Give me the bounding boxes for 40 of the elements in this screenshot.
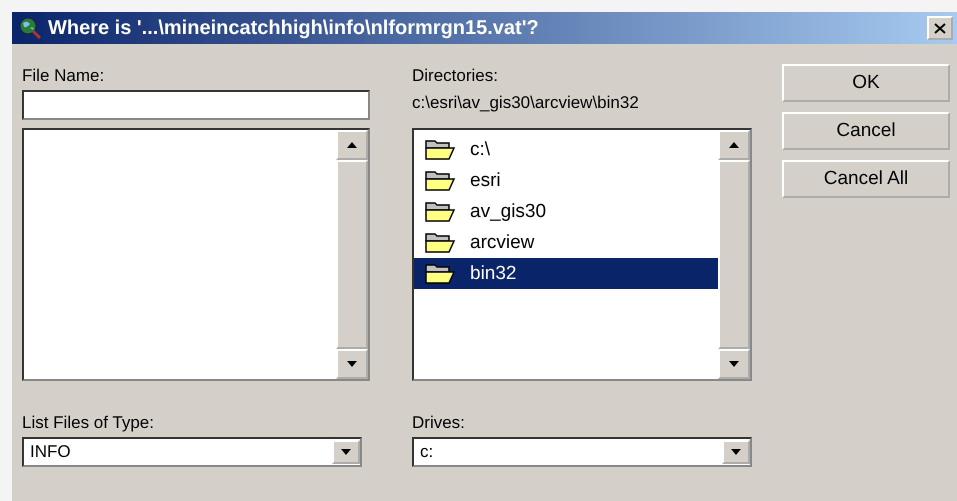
field-label: File Name: <box>22 65 104 87</box>
dialog-button[interactable]: Cancel All <box>782 160 950 198</box>
dropdown-button[interactable] <box>722 440 750 464</box>
open-folder-icon <box>424 170 456 192</box>
scroll-down-button[interactable] <box>718 349 750 379</box>
down-arrow-icon <box>731 449 741 455</box>
scroll-down-button[interactable] <box>336 349 368 379</box>
scroll-bar[interactable] <box>336 130 368 379</box>
directory-item[interactable]: bin32 <box>414 258 718 289</box>
up-arrow-icon <box>347 142 357 148</box>
close-icon <box>934 22 946 34</box>
directory-item[interactable]: c:\ <box>414 134 718 165</box>
field-label: List Files of Type: <box>22 412 154 434</box>
open-folder-icon <box>424 200 456 222</box>
up-arrow-icon <box>729 142 739 148</box>
directory-path: c:\esri\av_gis30\arcview\bin32 <box>412 92 639 114</box>
file-name-field[interactable] <box>22 90 370 120</box>
drives-dropdown[interactable]: c: <box>412 437 752 467</box>
open-folder-icon <box>424 138 456 160</box>
field-label: Drives: <box>412 412 465 434</box>
dialog-button[interactable]: OK <box>782 64 950 102</box>
globe-search-icon <box>18 16 42 40</box>
down-arrow-icon <box>347 361 357 367</box>
window-title: Where is '...\mineincatchhigh\info\nlformrgn15.vat'? <box>48 16 540 40</box>
dialog-button[interactable]: Cancel <box>782 112 950 150</box>
directory-item[interactable]: av_gis30 <box>414 196 718 227</box>
field-label: Directories: <box>412 65 498 87</box>
dropdown-button[interactable] <box>332 440 360 464</box>
scroll-up-button[interactable] <box>718 130 750 160</box>
directory-item[interactable]: arcview <box>414 227 718 258</box>
close-button[interactable] <box>927 16 953 40</box>
down-arrow-icon <box>341 449 351 455</box>
scroll-up-button[interactable] <box>336 130 368 160</box>
directory-list[interactable]: c:\ esri av_gis30 arcview bin32 <box>412 128 752 381</box>
open-folder-icon <box>424 232 456 254</box>
down-arrow-icon <box>729 361 739 367</box>
open-folder-icon <box>424 262 456 284</box>
directory-item[interactable]: esri <box>414 165 718 196</box>
scroll-bar[interactable] <box>718 130 750 379</box>
file-type-dropdown[interactable]: INFO <box>22 437 362 467</box>
